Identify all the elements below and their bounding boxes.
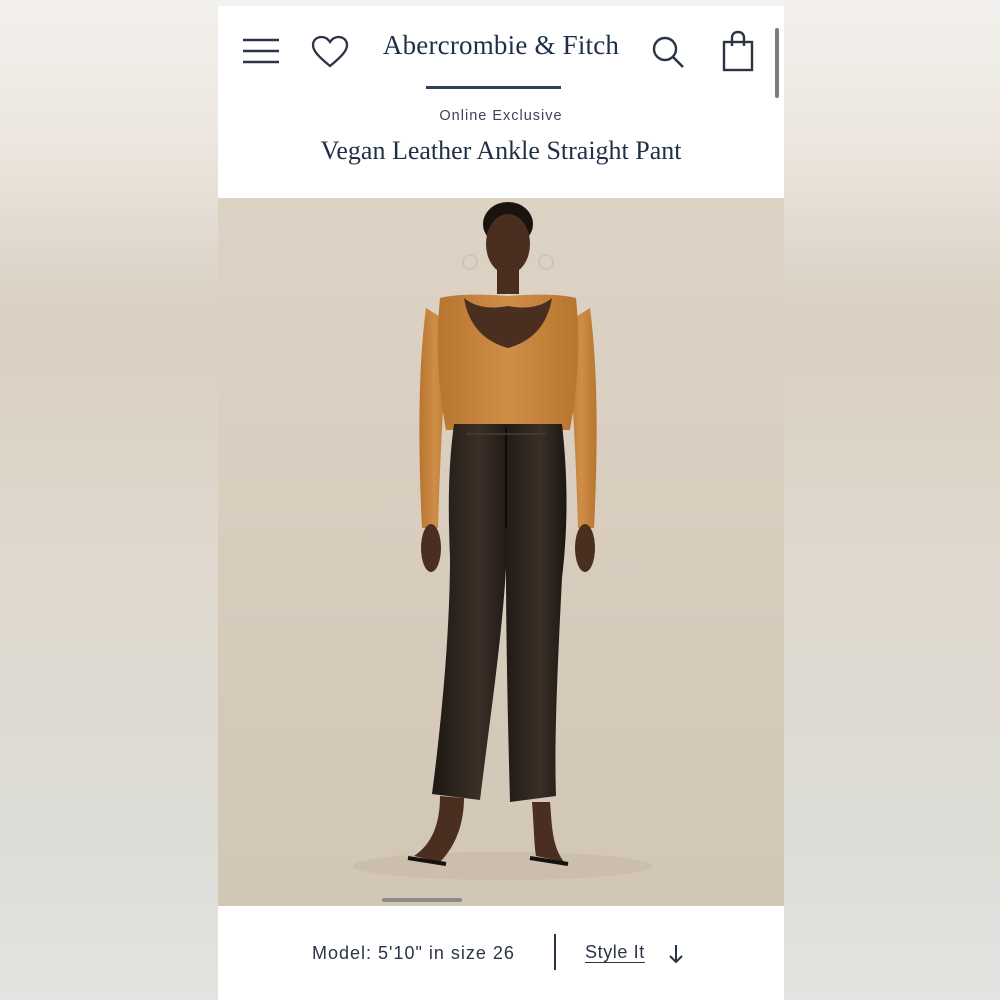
product-photo[interactable] <box>218 198 784 906</box>
product-title: Vegan Leather Ankle Straight Pant <box>320 136 682 165</box>
search-icon[interactable] <box>648 32 688 72</box>
shopping-bag-icon[interactable] <box>718 28 758 74</box>
background-right <box>784 0 1000 1000</box>
product-info-bar: Model: 5'10" in size 26 Style It <box>218 906 784 1000</box>
scrollbar[interactable] <box>775 28 779 98</box>
menu-icon[interactable] <box>240 34 282 68</box>
heart-icon[interactable] <box>310 32 350 72</box>
arrow-down-icon[interactable] <box>664 942 688 966</box>
background-left <box>0 0 218 1000</box>
mobile-screen: Abercrombie & Fitch Online Exclusive Veg… <box>218 6 784 1000</box>
model-size-info: Model: 5'10" in size 26 <box>312 943 515 963</box>
carousel-indicator[interactable] <box>382 898 462 902</box>
online-exclusive-badge: Online Exclusive <box>439 108 563 124</box>
brand-logo[interactable]: Abercrombie & Fitch <box>368 30 634 61</box>
site-header: Abercrombie & Fitch <box>218 6 784 106</box>
logo-underline <box>426 86 561 89</box>
divider <box>554 934 556 970</box>
style-it-link[interactable]: Style It <box>585 942 645 963</box>
